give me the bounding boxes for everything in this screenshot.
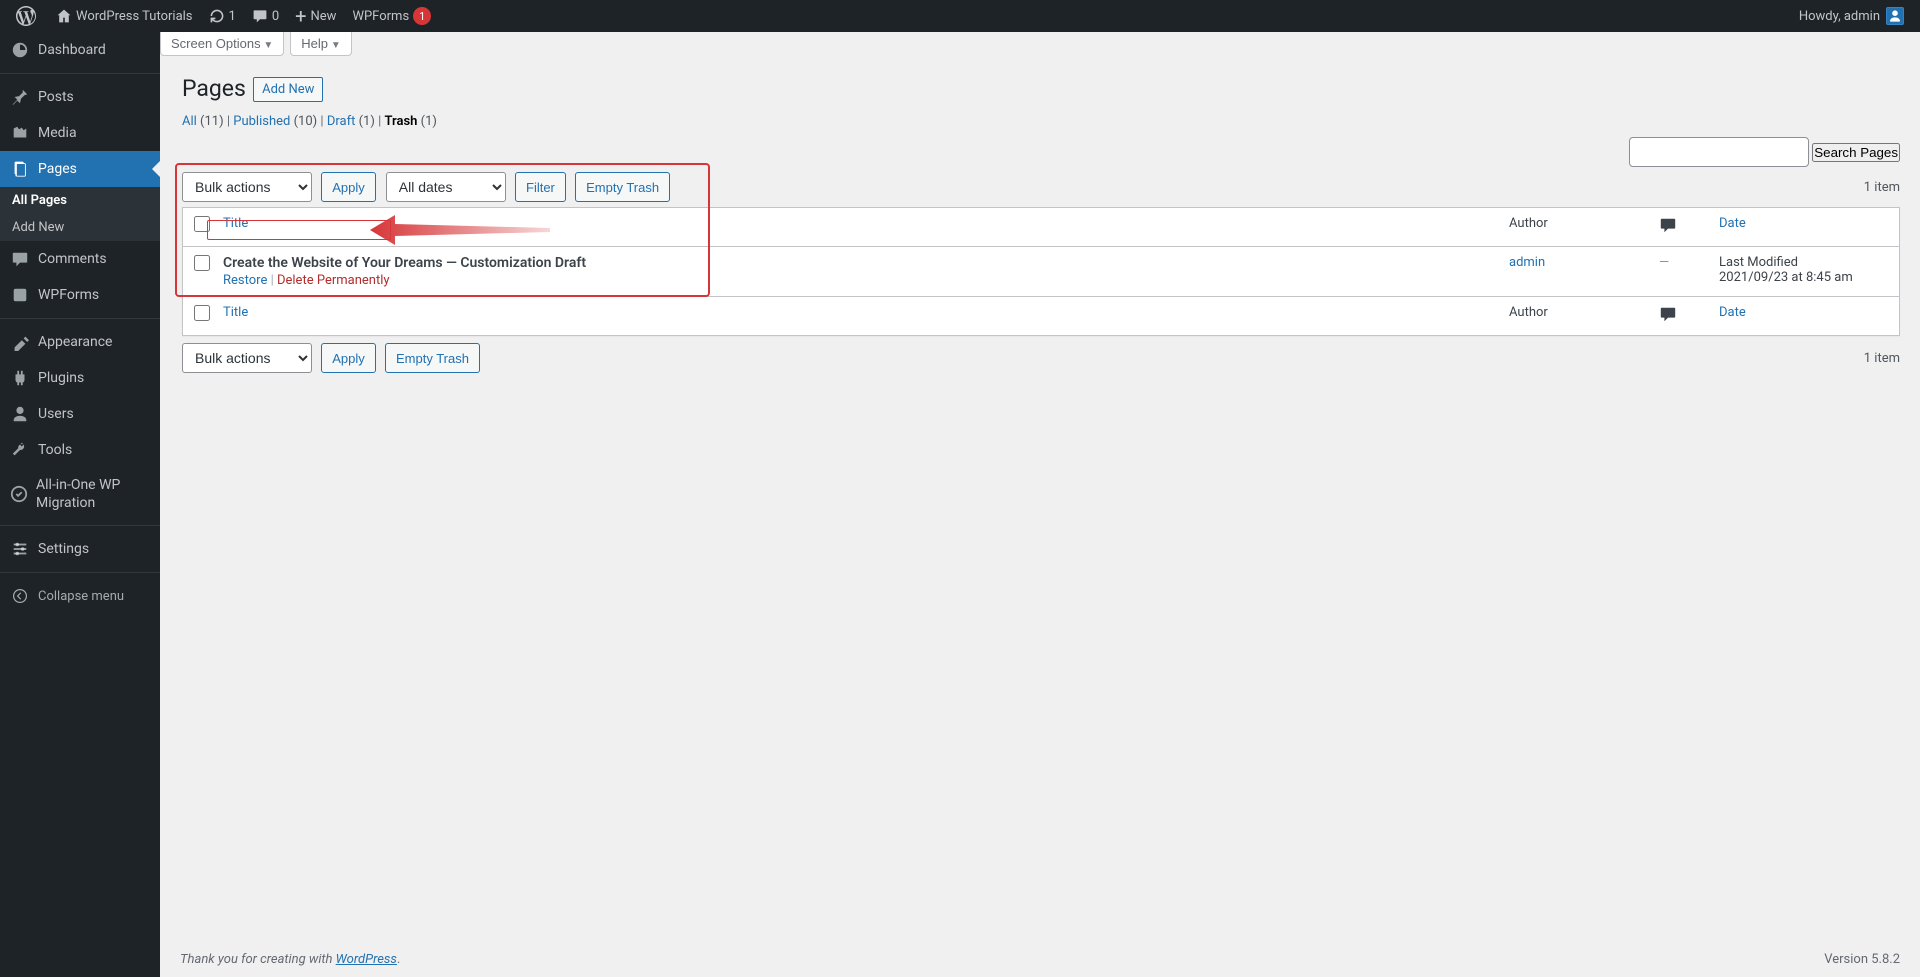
- comment-icon: [252, 8, 268, 24]
- menu-users[interactable]: Users: [0, 396, 160, 432]
- menu-comments[interactable]: Comments: [0, 241, 160, 277]
- wp-logo[interactable]: [8, 0, 48, 32]
- page-title: Pages: [182, 66, 246, 106]
- filter-all[interactable]: All: [182, 114, 197, 129]
- row-date-label: Last Modified: [1719, 255, 1889, 270]
- menu-tools[interactable]: Tools: [0, 432, 160, 468]
- comments-count: 0: [272, 9, 279, 24]
- row-checkbox[interactable]: [194, 255, 210, 271]
- avatar-icon: [1886, 7, 1904, 25]
- menu-settings[interactable]: Settings: [0, 531, 160, 567]
- empty-trash-button-top[interactable]: Empty Trash: [575, 172, 670, 202]
- filter-draft[interactable]: Draft: [327, 114, 356, 129]
- row-title: Create the Website of Your Dreams — Cust…: [223, 255, 586, 271]
- update-icon: [209, 8, 225, 24]
- comments-column-icon[interactable]: [1659, 219, 1677, 238]
- status-filters: All (11) | Published (10) | Draft (1) | …: [182, 114, 1900, 129]
- home-icon: [56, 8, 72, 24]
- menu-dashboard[interactable]: Dashboard: [0, 32, 160, 68]
- row-comments: —: [1649, 247, 1709, 296]
- new-label: New: [311, 9, 337, 24]
- footer-thankyou: Thank you for creating with WordPress.: [180, 952, 400, 967]
- settings-icon: [10, 539, 30, 559]
- empty-trash-button-bottom[interactable]: Empty Trash: [385, 343, 480, 373]
- help-button[interactable]: Help: [290, 32, 351, 56]
- pagination-top: 1 item: [1864, 180, 1900, 195]
- migration-icon: [10, 484, 28, 504]
- updates-link[interactable]: 1: [201, 0, 244, 32]
- bulk-actions-select-top[interactable]: Bulk actions: [182, 172, 312, 202]
- select-all-bottom[interactable]: [194, 305, 210, 321]
- pagination-bottom: 1 item: [1864, 351, 1900, 366]
- screen-options-button[interactable]: Screen Options: [160, 32, 284, 56]
- apply-button-bottom[interactable]: Apply: [321, 343, 376, 373]
- collapse-menu[interactable]: Collapse menu: [0, 578, 160, 614]
- wpforms-badge: 1: [413, 7, 431, 25]
- pages-icon: [10, 159, 30, 179]
- plus-icon: +: [295, 4, 306, 28]
- col-date-bottom[interactable]: Date: [1719, 305, 1746, 320]
- search-input[interactable]: [1629, 137, 1809, 167]
- col-title-bottom[interactable]: Title: [223, 305, 248, 320]
- table-row: Create the Website of Your Dreams — Cust…: [183, 247, 1899, 296]
- row-author-link[interactable]: admin: [1509, 255, 1545, 270]
- col-date-top[interactable]: Date: [1719, 216, 1746, 231]
- col-title-top[interactable]: Title: [223, 216, 248, 231]
- new-content-link[interactable]: + New: [287, 0, 344, 32]
- search-button[interactable]: Search Pages: [1812, 143, 1900, 162]
- bulk-actions-select-bottom[interactable]: Bulk actions: [182, 343, 312, 373]
- pin-icon: [10, 87, 30, 107]
- my-account[interactable]: Howdy, admin: [1791, 0, 1912, 32]
- filter-published[interactable]: Published: [233, 114, 290, 129]
- row-date-value: 2021/09/23 at 8:45 am: [1719, 270, 1889, 285]
- filter-button[interactable]: Filter: [515, 172, 566, 202]
- menu-aio-migration[interactable]: All-in-One WP Migration: [0, 468, 160, 520]
- submenu-all-pages[interactable]: All Pages: [0, 187, 160, 214]
- restore-link[interactable]: Restore: [223, 273, 267, 288]
- media-icon: [10, 123, 30, 143]
- site-name: WordPress Tutorials: [76, 9, 193, 24]
- wordpress-org-link[interactable]: WordPress: [336, 952, 397, 967]
- col-author-bottom: Author: [1499, 296, 1649, 335]
- add-new-button[interactable]: Add New: [253, 77, 323, 102]
- col-author-top: Author: [1499, 208, 1649, 247]
- comments-column-icon-bottom[interactable]: [1659, 308, 1677, 327]
- site-name-link[interactable]: WordPress Tutorials: [48, 0, 201, 32]
- menu-posts[interactable]: Posts: [0, 79, 160, 115]
- appearance-icon: [10, 332, 30, 352]
- delete-permanently-link[interactable]: Delete Permanently: [277, 273, 390, 288]
- collapse-icon: [10, 586, 30, 606]
- wpforms-link[interactable]: WPForms 1: [344, 0, 439, 32]
- menu-plugins[interactable]: Plugins: [0, 360, 160, 396]
- menu-media[interactable]: Media: [0, 115, 160, 151]
- comments-link[interactable]: 0: [244, 0, 287, 32]
- dashboard-icon: [10, 40, 30, 60]
- wordpress-icon: [16, 6, 36, 26]
- users-icon: [10, 404, 30, 424]
- menu-pages[interactable]: Pages: [0, 151, 160, 187]
- wpforms-icon: [10, 285, 30, 305]
- comments-icon: [10, 249, 30, 269]
- select-all-top[interactable]: [194, 216, 210, 232]
- wpforms-label: WPForms: [352, 9, 409, 24]
- tools-icon: [10, 440, 30, 460]
- menu-pages-sub: All Pages Add New: [0, 187, 160, 241]
- apply-button-top[interactable]: Apply: [321, 172, 376, 202]
- menu-appearance[interactable]: Appearance: [0, 324, 160, 360]
- dates-filter-select[interactable]: All dates: [386, 172, 506, 202]
- menu-wpforms[interactable]: WPForms: [0, 277, 160, 313]
- footer-version: Version 5.8.2: [1824, 952, 1900, 967]
- filter-trash[interactable]: Trash: [385, 114, 418, 129]
- howdy-text: Howdy, admin: [1799, 9, 1880, 24]
- updates-count: 1: [229, 9, 236, 24]
- submenu-add-new[interactable]: Add New: [0, 214, 160, 241]
- plugins-icon: [10, 368, 30, 388]
